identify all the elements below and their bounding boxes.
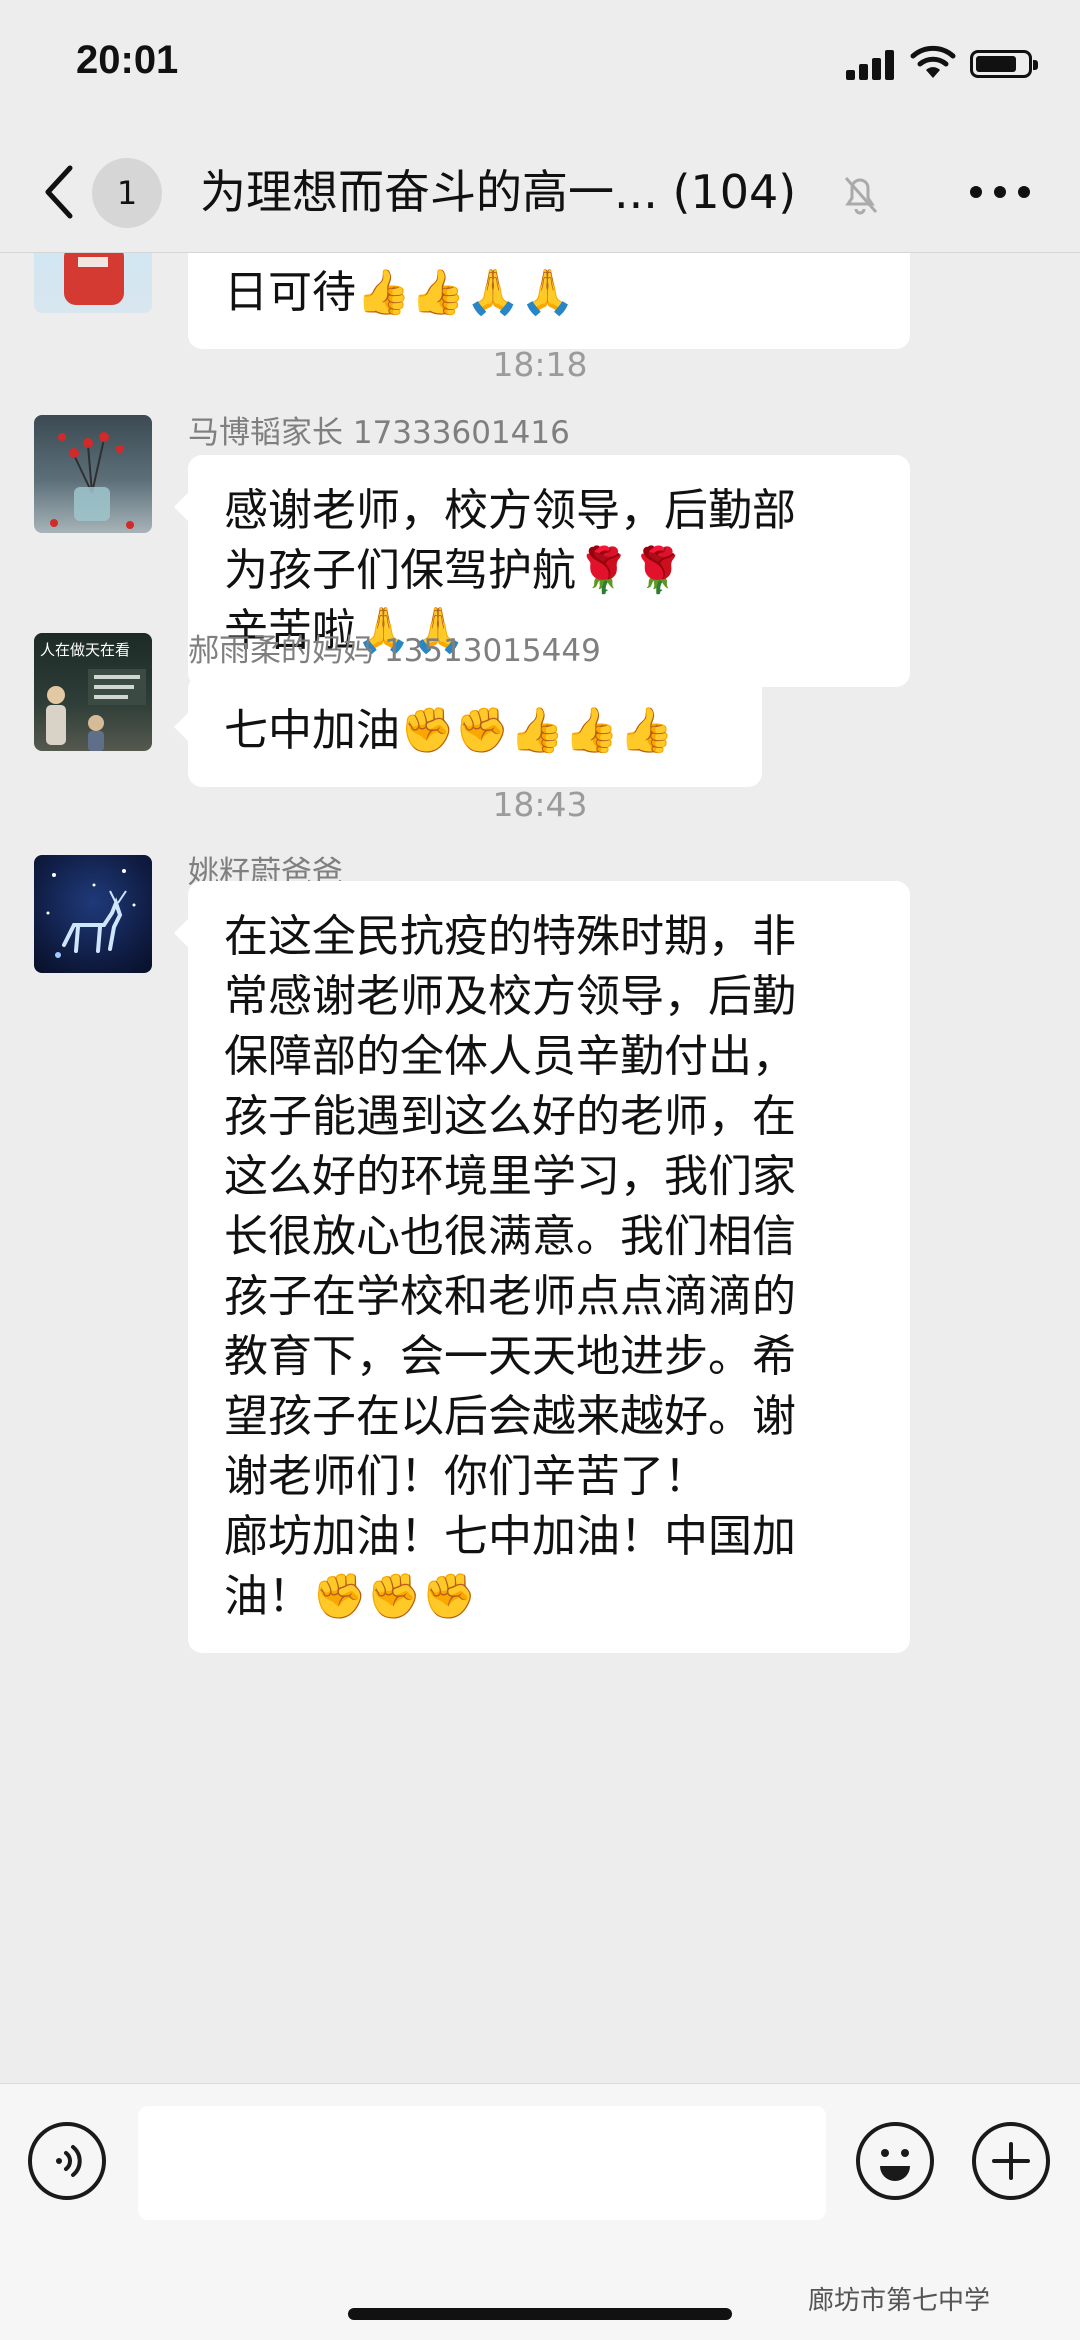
voice-wave-icon[interactable] [28, 2122, 106, 2200]
smiley-icon[interactable] [856, 2122, 934, 2200]
avatar[interactable] [34, 415, 152, 533]
more-dots-icon[interactable] [970, 186, 1030, 200]
message-text: 七中加油✊✊👍👍👍 [224, 705, 674, 756]
message-text: 七中加油廊坊加油战胜疫情指 日可待👍👍🙏🙏 [224, 253, 796, 318]
wifi-icon [910, 45, 956, 78]
watermark: 廊坊市第七中学 [808, 2286, 991, 2316]
chevron-left-icon[interactable] [40, 162, 80, 222]
message-bubble[interactable]: 在这全民抗疫的特殊时期，非 常感谢老师及校方领导，后勤 保障部的全体人员辛勤付出… [174, 881, 910, 1653]
avatar[interactable] [34, 253, 152, 313]
avatar[interactable]: 人在做天在看 [34, 633, 152, 751]
battery-icon [970, 50, 1038, 78]
red-berries-vase-avatar [50, 432, 134, 529]
unread-count-badge[interactable]: 1 [92, 158, 162, 228]
timestamp: 18:18 [492, 345, 588, 384]
signal-icon [846, 50, 896, 80]
message-input[interactable] [138, 2106, 826, 2220]
message-bubble[interactable]: 七中加油✊✊👍👍👍 [174, 675, 762, 787]
deer-starry-night-avatar [46, 869, 136, 958]
rainy-night-avatar [46, 669, 146, 751]
bell-off-icon [844, 177, 878, 215]
chat-title: 为理想而奋斗的高一... (104) [200, 165, 797, 219]
plus-icon[interactable] [972, 2122, 1050, 2200]
chat-input-bar: 廊坊市第七中学 [0, 2083, 1080, 2340]
battery-fill [976, 56, 1016, 72]
home-indicator[interactable] [348, 2308, 732, 2320]
sender-name: 马博韬家长 17333601416 [188, 415, 570, 451]
timestamp: 18:43 [492, 785, 588, 824]
avatar[interactable] [34, 855, 152, 973]
chat-message-list[interactable]: 七中加油廊坊加油战胜疫情指 日可待👍👍🙏🙏 18:18 马博韬家长 173336… [0, 253, 1080, 2083]
status-bar: 20:01 [0, 0, 1080, 130]
sender-name: 郝雨柔的妈妈 13513015449 [188, 633, 601, 669]
message-bubble[interactable]: 七中加油廊坊加油战胜疫情指 日可待👍👍🙏🙏 [188, 253, 910, 349]
status-time: 20:01 [76, 38, 179, 82]
message-text: 在这全民抗疫的特殊时期，非 常感谢老师及校方领导，后勤 保障部的全体人员辛勤付出… [224, 911, 796, 1622]
chat-header: 1 为理想而奋斗的高一... (104) [0, 130, 1080, 253]
child-red-shirt-avatar [64, 253, 124, 305]
